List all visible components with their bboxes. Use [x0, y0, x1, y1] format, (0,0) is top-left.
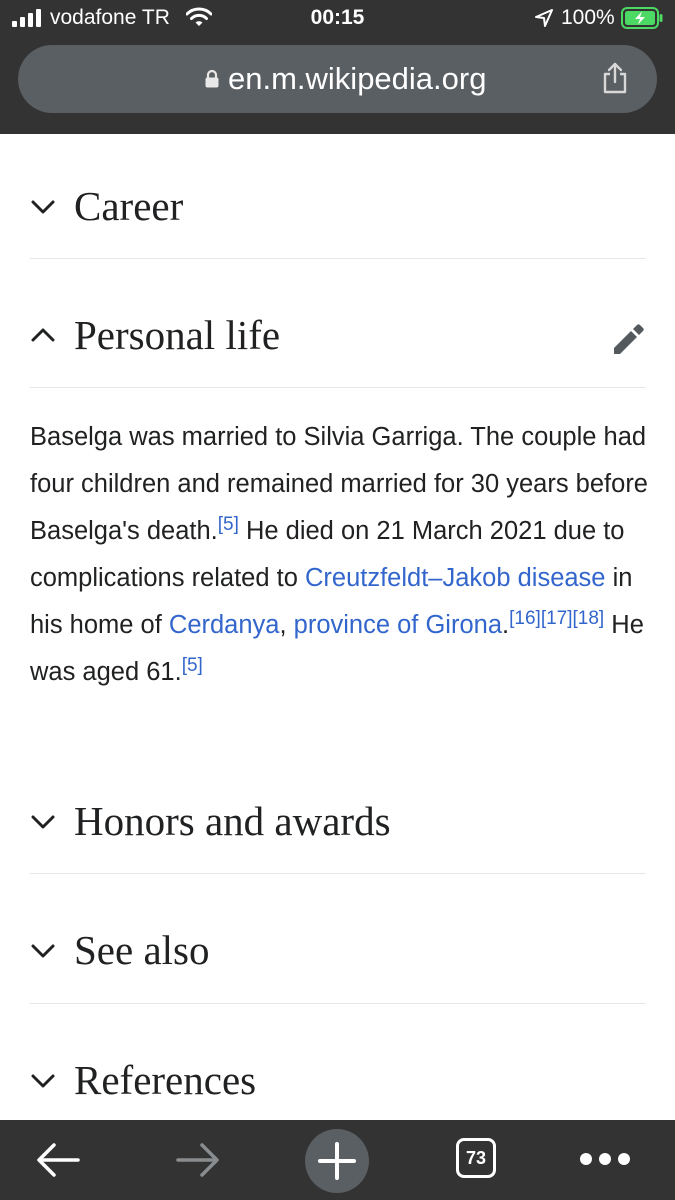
link-cerdanya[interactable]: Cerdanya: [169, 611, 280, 639]
link-creutzfeldt-jakob-disease[interactable]: Creutzfeldt–Jakob disease: [305, 564, 606, 592]
citation-link[interactable]: [18]: [573, 608, 605, 629]
back-arrow-icon[interactable]: [34, 1140, 82, 1180]
section-career[interactable]: Career: [30, 182, 646, 232]
location-arrow-icon: [535, 9, 553, 27]
address-bar[interactable]: en.m.wikipedia.org: [18, 45, 657, 113]
share-icon[interactable]: [600, 61, 630, 95]
section-title: Personal life: [74, 312, 281, 358]
pencil-edit-icon[interactable]: [610, 322, 646, 358]
section-personal-life[interactable]: Personal life: [30, 311, 646, 361]
section-title: Career: [74, 183, 184, 229]
plus-icon: [318, 1142, 356, 1180]
section-honors-and-awards[interactable]: Honors and awards: [30, 797, 646, 847]
section-title: Honors and awards: [74, 798, 391, 844]
status-bar: vodafone TR 00:15 100%: [0, 0, 675, 36]
citation-link[interactable]: [17]: [541, 608, 573, 629]
citation-link[interactable]: [5]: [218, 514, 239, 535]
chevron-down-icon: [31, 200, 55, 214]
forward-arrow-icon[interactable]: [174, 1140, 222, 1180]
url-text: en.m.wikipedia.org: [228, 61, 487, 96]
link-province-of-girona[interactable]: province of Girona: [294, 611, 502, 639]
section-divider: [30, 387, 646, 388]
chevron-down-icon: [31, 1074, 55, 1088]
section-see-also[interactable]: See also: [30, 926, 646, 976]
battery-charging-icon: [621, 7, 663, 29]
citation-link[interactable]: [5]: [182, 655, 203, 676]
personal-life-paragraph: Baselga was married to Silvia Garriga. T…: [30, 414, 650, 696]
section-divider: [30, 258, 646, 259]
new-tab-button[interactable]: [305, 1129, 369, 1193]
lock-icon: [205, 69, 219, 88]
section-title: See also: [74, 927, 210, 973]
tab-count: 73: [465, 1148, 487, 1168]
browser-bottom-toolbar: 73: [0, 1120, 675, 1200]
chevron-up-icon: [31, 328, 55, 342]
section-title: References: [74, 1057, 257, 1103]
tabs-button[interactable]: 73: [456, 1138, 496, 1178]
battery-percent: 100%: [561, 6, 615, 29]
chevron-down-icon: [31, 815, 55, 829]
section-references[interactable]: References: [30, 1056, 646, 1106]
paragraph-text: ,: [279, 611, 294, 639]
section-divider: [30, 1003, 646, 1004]
citation-link[interactable]: [16]: [509, 608, 541, 629]
browser-top-chrome: vodafone TR 00:15 100% en.m.wikipedia.or…: [0, 0, 675, 134]
section-divider: [30, 873, 646, 874]
chevron-down-icon: [31, 944, 55, 958]
article-content: Career Personal life Baselga was married…: [0, 134, 675, 1120]
more-icon[interactable]: [578, 1150, 632, 1168]
